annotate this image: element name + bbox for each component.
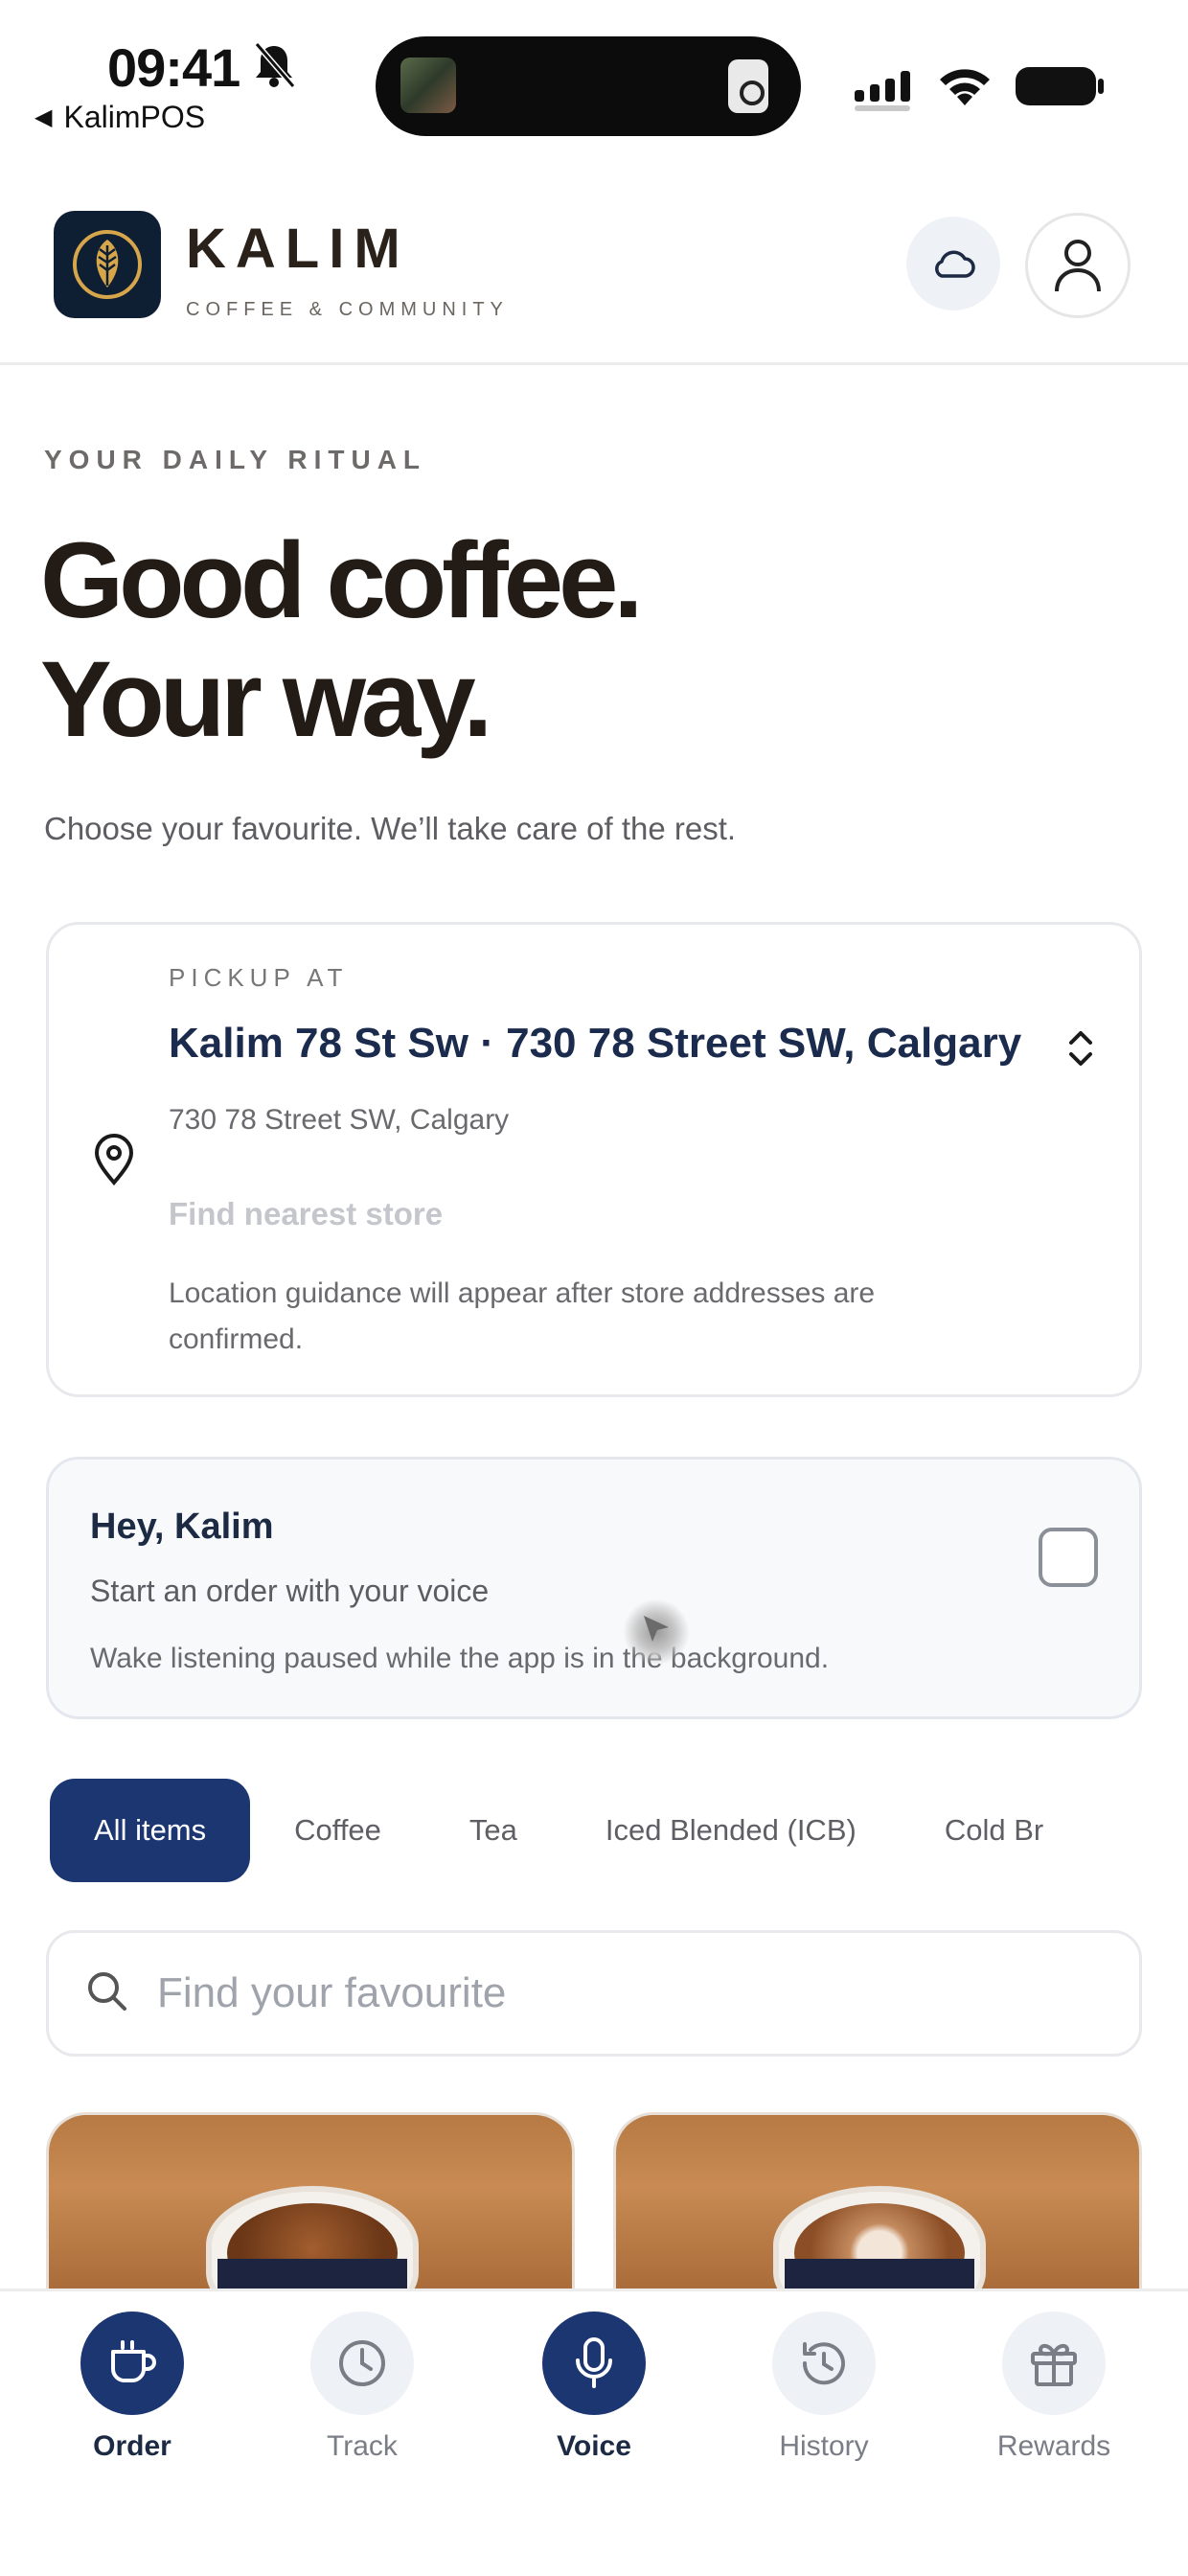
wifi-icon: [940, 69, 990, 105]
pointer-icon: [644, 1616, 669, 1642]
kalim-logo[interactable]: [54, 211, 161, 318]
pickup-address: 730 78 Street SW, Calgary: [169, 1104, 510, 1136]
hero-title-line1: Good coffee.: [40, 520, 643, 640]
tab-track-circle: [310, 2312, 414, 2415]
pickup-note: Location guidance will appear after stor…: [169, 1277, 876, 1355]
category-chips: All items Coffee Tea Iced Blended (ICB) …: [50, 1779, 1142, 1882]
microphone-icon: [576, 2337, 612, 2388]
product-card-latte[interactable]: [613, 2112, 1142, 2294]
tab-order[interactable]: Order: [56, 2312, 209, 2463]
dynamic-island: [376, 36, 801, 136]
category-chip-tea[interactable]: Tea: [425, 1779, 561, 1882]
category-chip-all-items[interactable]: All items: [50, 1779, 251, 1882]
hero-eyebrow: YOUR DAILY RITUAL: [44, 445, 427, 474]
pickup-label: PICKUP AT: [169, 963, 349, 992]
voice-wake-checkbox[interactable]: [1039, 1528, 1098, 1587]
cup-icon: [111, 2340, 156, 2382]
tab-rewards-circle: [1002, 2312, 1106, 2415]
hero-subtitle: Choose your favourite. We’ll take care o…: [44, 811, 737, 846]
back-app-label: KalimPOS: [63, 100, 206, 134]
category-chip-iced-blended[interactable]: Iced Blended (ICB): [561, 1779, 901, 1882]
search-icon: [88, 1972, 126, 2011]
tab-voice-label: Voice: [557, 2430, 631, 2462]
location-pin-icon: [94, 1134, 134, 1186]
account-button[interactable]: [1025, 213, 1131, 318]
back-triangle-icon: ◀: [34, 104, 53, 130]
tab-order-circle: [80, 2312, 184, 2415]
product-card-espresso[interactable]: [46, 2112, 575, 2294]
user-icon: [1055, 240, 1101, 292]
category-chip-coffee[interactable]: Coffee: [250, 1779, 425, 1882]
back-to-app[interactable]: ◀ KalimPOS: [34, 100, 205, 135]
category-chip-cold-brew[interactable]: Cold Br: [901, 1779, 1087, 1882]
chevron-up-down-icon[interactable]: [1063, 1027, 1098, 1070]
tab-rewards-label: Rewards: [996, 2430, 1111, 2462]
battery-icon: [1016, 67, 1104, 105]
speaker-icon: [728, 59, 768, 113]
silent-bell-icon: [254, 42, 296, 88]
tab-track-label: Track: [327, 2430, 398, 2462]
tab-order-label: Order: [93, 2430, 171, 2462]
now-playing-thumbnail: [400, 58, 456, 113]
leaf-icon: [73, 230, 142, 299]
clock-icon: [339, 2340, 385, 2386]
tab-history-label: History: [779, 2430, 869, 2462]
brand-tagline: COFFEE & COMMUNITY: [186, 299, 509, 320]
search-input[interactable]: [157, 1949, 1077, 2037]
gift-icon: [1031, 2343, 1077, 2386]
tab-voice-circle: [542, 2312, 646, 2415]
pickup-store-select[interactable]: Kalim 78 St Sw · 730 78 Street SW, Calga…: [169, 1020, 1021, 1068]
tab-voice[interactable]: Voice: [517, 2312, 671, 2463]
hero-title-line2: Your way.: [40, 639, 492, 759]
tab-rewards[interactable]: Rewards: [977, 2312, 1131, 2463]
status-time: 09:41: [107, 37, 240, 98]
voice-card-title: Hey, Kalim: [90, 1506, 274, 1547]
find-nearest-store-button[interactable]: Find nearest store: [169, 1196, 443, 1232]
header-divider: [0, 362, 1188, 365]
voice-card-note: Wake listening paused while the app is i…: [90, 1643, 830, 1674]
voice-card-subtitle: Start an order with your voice: [90, 1574, 490, 1608]
tab-history[interactable]: History: [747, 2312, 901, 2463]
cloud-icon: [935, 250, 975, 278]
hero-title: Good coffee. Your way.: [40, 520, 643, 759]
cloud-sync-button[interactable]: [906, 217, 1000, 310]
history-icon: [802, 2342, 845, 2385]
brand-name: KALIM: [186, 218, 410, 280]
tab-history-circle: [772, 2312, 876, 2415]
cellular-signal-icon: [855, 71, 910, 111]
tab-track[interactable]: Track: [286, 2312, 439, 2463]
